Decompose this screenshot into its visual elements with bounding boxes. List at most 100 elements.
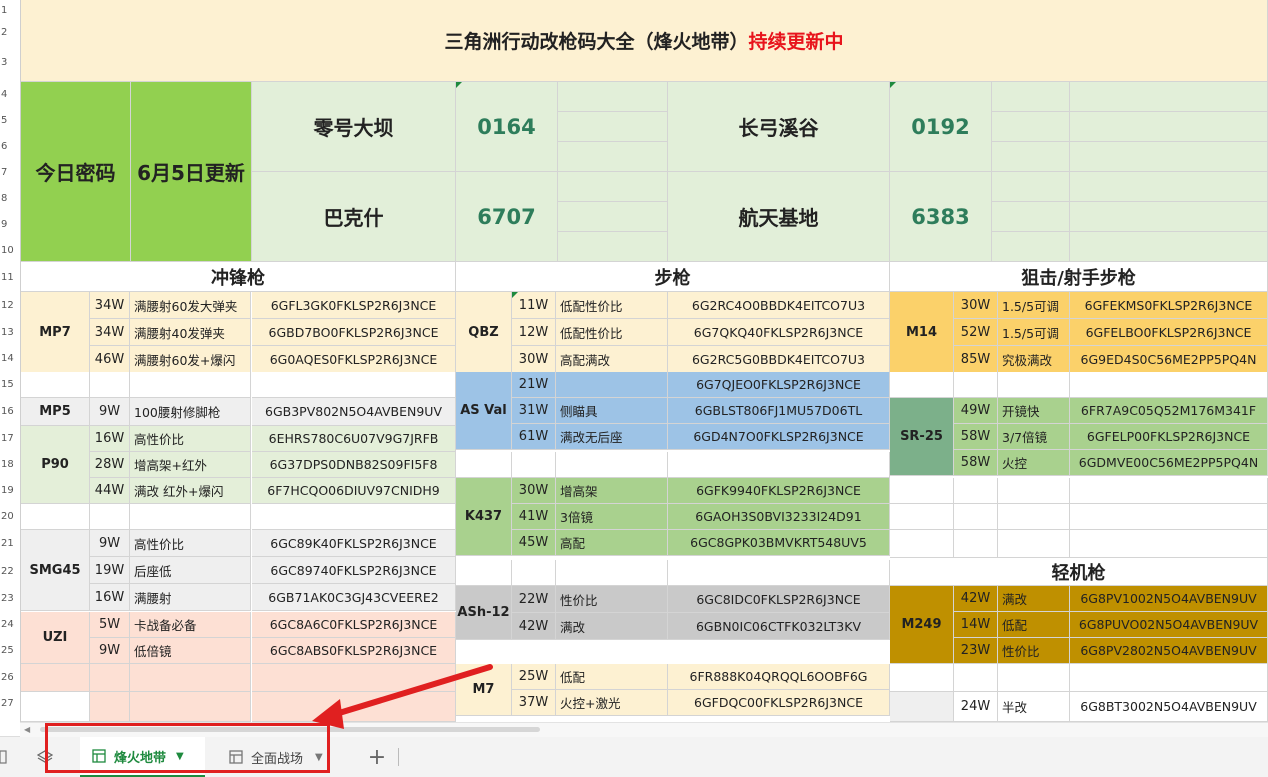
map-name[interactable]: 零号大坝	[252, 82, 456, 172]
code-cell[interactable]: 6GC8IDC0FKLSP2R6J3NCE	[668, 586, 890, 613]
cost-cell[interactable]: 30W	[512, 478, 556, 504]
code-cell[interactable]: 6GD4N7O0FKLSP2R6J3NCE	[668, 424, 890, 450]
empty-cell[interactable]	[252, 504, 456, 530]
gun-name[interactable]: SMG45	[21, 530, 90, 611]
code-cell[interactable]: 6GB71AK0C3GJ43CVEERE2	[252, 584, 456, 611]
cost-cell[interactable]: 11W	[512, 292, 556, 319]
empty-cell[interactable]	[954, 372, 998, 398]
pw-update[interactable]: 6月5日更新	[131, 82, 252, 262]
desc-cell[interactable]: 性价比	[998, 638, 1070, 664]
empty-cell[interactable]	[558, 172, 668, 202]
code-cell[interactable]: 6G0AQES0FKLSP2R6J3NCE	[252, 346, 456, 373]
empty-cell[interactable]	[558, 142, 668, 172]
code-cell[interactable]: 6F7HCQO06DIUV97CNIDH9	[252, 478, 456, 504]
cost-cell[interactable]: 85W	[954, 346, 998, 373]
empty-cell[interactable]	[992, 142, 1070, 172]
code-cell[interactable]: 6G2RC4O0BBDK4EITCO7U3	[668, 292, 890, 319]
cost-cell[interactable]: 19W	[90, 557, 130, 584]
cost-cell[interactable]: 42W	[954, 586, 998, 612]
row-number[interactable]: 26	[0, 672, 20, 683]
cost-cell[interactable]: 45W	[512, 530, 556, 556]
cost-cell[interactable]: 34W	[90, 319, 130, 346]
row-number[interactable]: 21	[0, 538, 20, 549]
desc-cell[interactable]: 增高架+红外	[130, 452, 251, 478]
cost-cell[interactable]: 12W	[512, 319, 556, 346]
row-number[interactable]: 1	[0, 5, 20, 16]
cost-cell[interactable]: 61W	[512, 424, 556, 450]
desc-cell[interactable]: 满腰射40发弹夹	[130, 319, 251, 346]
code-cell[interactable]: 6GFK9940FKLSP2R6J3NCE	[668, 478, 890, 504]
row-number[interactable]: 11	[0, 272, 20, 283]
empty-cell[interactable]	[992, 112, 1070, 142]
row-number[interactable]: 9	[0, 219, 20, 230]
gun-name[interactable]: MP7	[21, 292, 90, 373]
code-cell[interactable]: 6GFELBO0FKLSP2R6J3NCE	[1070, 319, 1268, 346]
empty-cell[interactable]	[890, 372, 954, 398]
row-number[interactable]: 17	[0, 433, 20, 444]
empty-cell[interactable]	[954, 504, 998, 530]
code-cell[interactable]: 6GC8GPK03BMVKRT548UV5	[668, 530, 890, 556]
row-number[interactable]: 25	[0, 645, 20, 656]
empty-cell[interactable]	[998, 504, 1070, 530]
empty-cell[interactable]	[992, 82, 1070, 112]
gun-name[interactable]: QBZ	[456, 292, 512, 373]
desc-cell[interactable]: 满改无后座	[556, 424, 668, 450]
cost-cell[interactable]: 30W	[512, 346, 556, 373]
cost-cell[interactable]: 58W	[954, 424, 998, 450]
code-cell[interactable]: 6GBN0IC06CTFK032LT3KV	[668, 613, 890, 640]
cost-cell[interactable]: 9W	[90, 530, 130, 557]
empty-cell[interactable]	[90, 692, 130, 722]
code-cell[interactable]: 6G7QJEO0FKLSP2R6J3NCE	[668, 372, 890, 398]
gun-name[interactable]: AS Val	[456, 372, 512, 450]
empty-cell[interactable]	[998, 664, 1070, 692]
scroll-left-icon[interactable]: ◀	[24, 725, 30, 734]
desc-cell[interactable]: 侧瞄具	[556, 398, 668, 424]
desc-cell[interactable]: 火控+激光	[556, 690, 668, 716]
empty-cell[interactable]	[1070, 82, 1268, 112]
empty-cell[interactable]	[558, 112, 668, 142]
gun-name[interactable]: SR-25	[890, 398, 954, 476]
row-number[interactable]: 15	[0, 379, 20, 390]
desc-cell[interactable]: 究极满改	[998, 346, 1070, 373]
code-cell[interactable]: 6GBLST806FJ1MU57D06TL	[668, 398, 890, 424]
code-cell[interactable]: 6G37DPS0DNB82S09FI5F8	[252, 452, 456, 478]
desc-cell[interactable]: 高性价比	[130, 530, 251, 557]
desc-cell[interactable]: 满改	[998, 586, 1070, 612]
cost-cell[interactable]: 41W	[512, 504, 556, 530]
code-cell[interactable]: 6GB3PV802N5O4AVBEN9UV	[252, 398, 456, 426]
empty-cell[interactable]	[998, 478, 1070, 504]
cost-cell[interactable]: 34W	[90, 292, 130, 319]
row-number[interactable]: 10	[0, 245, 20, 256]
empty-cell[interactable]	[130, 372, 251, 398]
desc-cell[interactable]: 满腰射60发+爆闪	[130, 346, 251, 373]
row-number[interactable]: 7	[0, 167, 20, 178]
empty-cell[interactable]	[1070, 530, 1268, 558]
gun-name[interactable]: ASh-12	[456, 586, 512, 640]
empty-cell[interactable]	[21, 664, 90, 692]
empty-cell[interactable]	[21, 372, 90, 398]
empty-cell[interactable]	[998, 530, 1070, 558]
desc-cell[interactable]	[556, 372, 668, 398]
title-cell[interactable]: 三角洲行动改枪码大全（烽火地带） 持续更新中	[21, 0, 1268, 82]
empty-cell[interactable]	[558, 232, 668, 262]
cost-cell[interactable]: 28W	[90, 452, 130, 478]
pw-label[interactable]: 今日密码	[21, 82, 131, 262]
empty-cell[interactable]	[1070, 202, 1268, 232]
map-name[interactable]: 巴克什	[252, 172, 456, 262]
cost-cell[interactable]: 9W	[90, 398, 130, 426]
code-cell[interactable]: 6GFEKMS0FKLSP2R6J3NCE	[1070, 292, 1268, 319]
desc-cell[interactable]: 半改	[998, 692, 1070, 722]
cost-cell[interactable]: 46W	[90, 346, 130, 373]
map-name[interactable]: 长弓溪谷	[668, 82, 890, 172]
desc-cell[interactable]: 1.5/5可调	[998, 292, 1070, 319]
row-number[interactable]: 18	[0, 459, 20, 470]
empty-cell[interactable]	[90, 372, 130, 398]
code-cell[interactable]: 6GDMVE00C56ME2PP5PQ4N	[1070, 450, 1268, 476]
empty-cell[interactable]	[1070, 172, 1268, 202]
desc-cell[interactable]: 后座低	[130, 557, 251, 584]
add-sheet-icon[interactable]: +	[362, 737, 392, 777]
map-code[interactable]: 0164	[456, 82, 558, 172]
desc-cell[interactable]: 低配性价比	[556, 319, 668, 346]
section-lmg[interactable]: 轻机枪	[890, 558, 1268, 586]
cost-cell[interactable]: 31W	[512, 398, 556, 424]
